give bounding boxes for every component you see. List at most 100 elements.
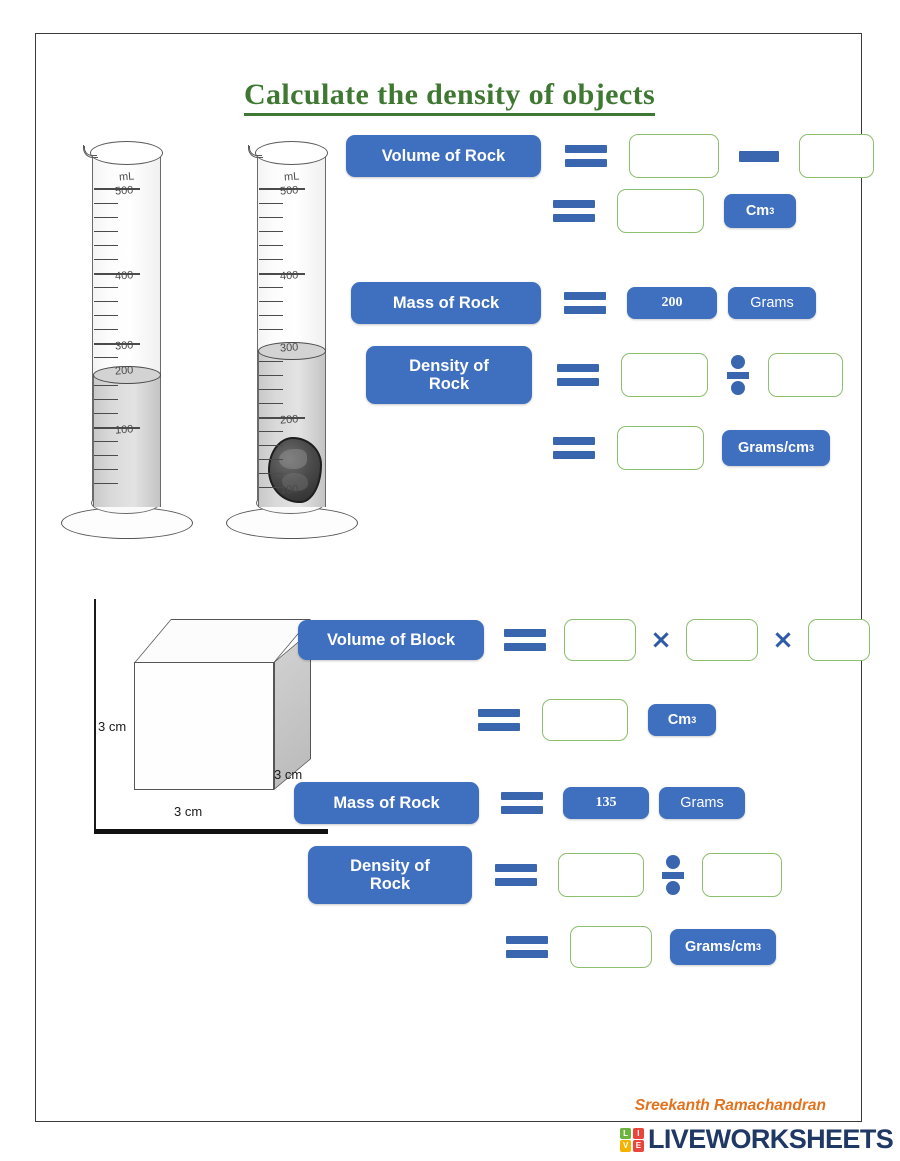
block-depth-label: 3 cm: [274, 767, 303, 782]
axis-horizontal: [94, 829, 328, 834]
density-result-input[interactable]: [570, 926, 652, 968]
tick-label-500: 500: [114, 184, 134, 198]
tick-label-200: 200: [279, 413, 299, 427]
logo-letter-v: V: [620, 1140, 632, 1152]
volume-of-rock-result-row: Cm 3: [553, 189, 796, 233]
volume-operand2-input[interactable]: [799, 134, 874, 178]
equals-sign-icon: [495, 864, 537, 886]
unit-text: Cm: [745, 203, 770, 219]
unit-grams-badge: Grams: [659, 787, 745, 819]
cylinder-spout: [248, 145, 263, 158]
density-numerator-input[interactable]: [621, 353, 708, 397]
equals-sign-icon: [504, 629, 546, 651]
multiply-sign-icon: ×: [650, 625, 672, 655]
tick-label-200: 200: [114, 364, 134, 378]
block-height-label: 3 cm: [98, 719, 127, 734]
unit-superscript: 3: [755, 942, 761, 952]
density-label-line2: Rock: [428, 375, 470, 393]
cylinder-rim: [84, 141, 163, 165]
block-width-label: 3 cm: [174, 804, 203, 819]
volume-of-rock-label: Volume of Rock: [346, 135, 541, 177]
unit-superscript: 3: [769, 206, 775, 216]
cylinder-spout: [83, 145, 98, 158]
volume-result-input[interactable]: [617, 189, 704, 233]
logo-letter-i: I: [632, 1127, 644, 1139]
density-denominator-input[interactable]: [768, 353, 843, 397]
cylinder-unit-label: mL: [118, 170, 135, 184]
liveworksheets-wordmark: LIVEWORKSHEETS: [648, 1124, 894, 1154]
unit-text: Cm: [667, 712, 692, 728]
unit-superscript: 3: [691, 715, 697, 725]
multiply-sign-icon: ×: [772, 625, 794, 655]
equals-sign-icon: [557, 364, 599, 386]
density-result-input[interactable]: [617, 426, 704, 470]
tick-label-500: 500: [279, 184, 299, 198]
equals-sign-icon: [506, 936, 548, 958]
unit-grams-per-cm3-badge: Grams/cm 3: [670, 929, 776, 965]
equals-sign-icon: [553, 437, 595, 459]
logo-letter-e: E: [632, 1140, 644, 1152]
volume-operand1-input[interactable]: [629, 134, 719, 178]
tick-label-300: 300: [279, 341, 299, 355]
unit-text: Grams/cm: [738, 440, 809, 456]
density-label-line1: Density of: [409, 356, 489, 375]
equals-sign-icon: [564, 292, 606, 314]
divide-sign-icon: [727, 355, 749, 395]
liveworksheets-logo[interactable]: L I V E LIVEWORKSHEETS: [620, 1124, 894, 1155]
tick-label-300: 300: [114, 339, 134, 353]
divide-sign-icon: [662, 855, 684, 895]
volume-of-block-result-row: Cm 3: [478, 699, 716, 741]
unit-grams-badge: Grams: [728, 287, 816, 319]
unit-text: Grams/cm: [685, 939, 756, 955]
tick-label-400: 400: [114, 269, 134, 283]
equals-sign-icon: [478, 709, 520, 731]
cube-front-face: [134, 662, 274, 790]
mass-of-rock-row: Mass of Rock 200 Grams: [351, 282, 816, 324]
mass-of-rock-row-2: Mass of Rock 135 Grams: [294, 782, 745, 824]
worksheet-page: Calculate the density of objects mL 500 …: [35, 33, 874, 1122]
density-of-rock-result-row-2: Grams/cm 3: [506, 926, 776, 968]
graduated-cylinder-after: mL 500 400 300 200 100: [226, 139, 358, 539]
unit-grams-per-cm3-badge: Grams/cm 3: [722, 430, 830, 466]
tick-label-100: 100: [279, 483, 299, 497]
logo-letter-l: L: [620, 1127, 632, 1139]
block-figure: 3 cm 3 cm 3 cm: [86, 599, 328, 837]
author-signature: Sreekanth Ramachandran: [634, 1097, 826, 1114]
density-denominator-input[interactable]: [702, 853, 782, 897]
unit-cm3-badge: Cm 3: [724, 194, 796, 228]
density-of-rock-label: Density of Rock: [308, 846, 472, 904]
mass-value-badge: 135: [563, 787, 649, 819]
axis-vertical: [94, 599, 96, 831]
volume-of-rock-row: Volume of Rock: [346, 134, 874, 178]
density-of-rock-row-2: Density of Rock: [308, 846, 782, 904]
density-of-rock-row: Density of Rock: [366, 346, 843, 404]
density-of-rock-result-row: Grams/cm 3: [553, 426, 830, 470]
tick-label-100: 100: [114, 423, 134, 437]
page-title-text: Calculate the density of objects: [243, 78, 656, 116]
cylinder-rim: [249, 141, 328, 165]
page-title: Calculate the density of objects: [36, 78, 863, 116]
density-numerator-input[interactable]: [558, 853, 644, 897]
block-operand3-input[interactable]: [808, 619, 870, 661]
equals-sign-icon: [501, 792, 543, 814]
unit-superscript: 3: [808, 443, 814, 453]
density-label-line1: Density of: [350, 856, 430, 875]
volume-of-block-label: Volume of Block: [298, 620, 484, 660]
equals-sign-icon: [553, 200, 595, 222]
mass-value-badge: 200: [627, 287, 717, 319]
mass-of-rock-label: Mass of Rock: [351, 282, 541, 324]
density-of-rock-label: Density of Rock: [366, 346, 532, 404]
minus-sign-icon: [739, 150, 779, 162]
block-operand2-input[interactable]: [686, 619, 758, 661]
density-label-line2: Rock: [369, 875, 411, 893]
block-operand1-input[interactable]: [564, 619, 636, 661]
volume-of-block-row: Volume of Block × ×: [298, 619, 870, 661]
unit-cm3-badge: Cm 3: [648, 704, 716, 736]
mass-of-rock-label: Mass of Rock: [294, 782, 479, 824]
cylinder-unit-label: mL: [283, 170, 300, 184]
graduated-cylinder-before: mL 500 400 300 200 100: [61, 139, 193, 539]
block-volume-result-input[interactable]: [542, 699, 628, 741]
liveworksheets-logo-icon: L I V E: [620, 1127, 644, 1152]
tick-label-400: 400: [279, 269, 299, 283]
equals-sign-icon: [565, 145, 607, 167]
